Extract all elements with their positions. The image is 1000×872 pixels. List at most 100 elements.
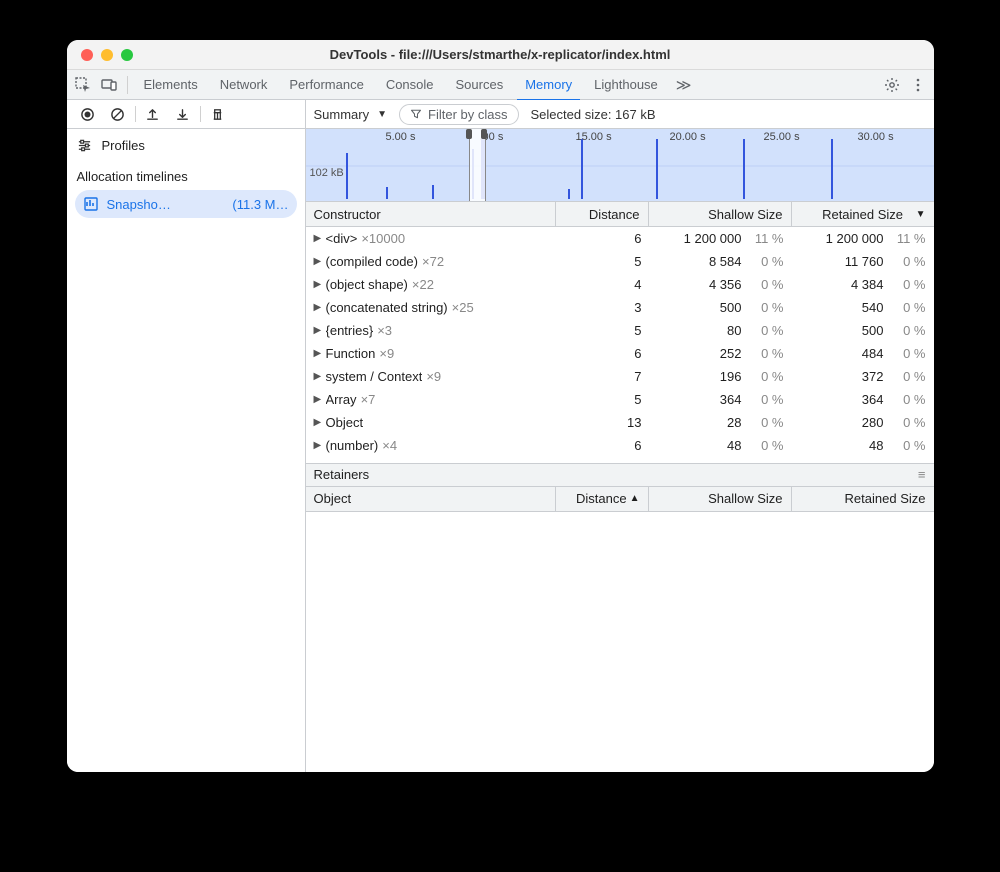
device-toolbar-icon[interactable]: [99, 77, 119, 93]
table-row[interactable]: ▶(compiled code) ×7258 5840 %11 7600 %: [306, 250, 934, 273]
selection-handle-right[interactable]: [481, 129, 487, 139]
row-retained: 280: [862, 415, 884, 430]
row-name: Function: [326, 346, 376, 361]
download-icon[interactable]: [170, 107, 196, 122]
memory-toolbar: Summary ▼ Filter by class Selected size:…: [306, 100, 934, 129]
row-distance: 5: [558, 392, 650, 407]
tab-console[interactable]: Console: [378, 70, 442, 99]
expand-triangle-icon[interactable]: ▶: [314, 279, 322, 290]
table-row[interactable]: ▶(object shape) ×2244 3560 %4 3840 %: [306, 273, 934, 296]
row-retained-pct: 0 %: [894, 277, 926, 292]
timeline-tick: 15.00 s: [576, 131, 612, 143]
record-icon[interactable]: [75, 107, 101, 122]
row-retained-pct: 0 %: [894, 254, 926, 269]
view-dropdown[interactable]: Summary ▼: [314, 107, 388, 122]
tab-lighthouse[interactable]: Lighthouse: [586, 70, 666, 99]
col-constructor[interactable]: Constructor: [306, 202, 556, 226]
right-pane: Summary ▼ Filter by class Selected size:…: [306, 100, 934, 772]
expand-triangle-icon[interactable]: ▶: [314, 394, 322, 405]
row-shallow: 364: [720, 392, 742, 407]
col-retained[interactable]: Retained Size ▼: [792, 202, 934, 226]
retainers-body[interactable]: [306, 512, 934, 773]
ret-col-shallow[interactable]: Shallow Size: [649, 487, 792, 511]
expand-triangle-icon[interactable]: ▶: [314, 417, 322, 428]
ret-col-retained[interactable]: Retained Size: [792, 487, 934, 511]
minimize-window-button[interactable]: [101, 49, 113, 61]
inspect-element-icon[interactable]: [73, 77, 93, 93]
table-row[interactable]: ▶(number) ×46480 %480 %: [306, 434, 934, 457]
retainers-header[interactable]: Retainers ≡: [306, 464, 934, 487]
tab-network[interactable]: Network: [212, 70, 276, 99]
selected-size-label: Selected size: 167 kB: [531, 107, 656, 122]
row-retained-pct: 0 %: [894, 323, 926, 338]
tab-performance[interactable]: Performance: [281, 70, 371, 99]
allocation-timeline-chart[interactable]: 102 kB 5.00 s.00 s15.00 s20.00 s25.00 s3…: [306, 129, 934, 202]
row-shallow-pct: 0 %: [752, 369, 784, 384]
row-retained: 484: [862, 346, 884, 361]
left-pane: Profiles Allocation timelines Snapsho… (…: [67, 100, 306, 772]
chevron-down-icon: ▼: [377, 109, 387, 120]
retainers-columns: Object Distance ▲ Shallow Size Retained …: [306, 487, 934, 512]
expand-triangle-icon[interactable]: ▶: [314, 256, 322, 267]
row-distance: 6: [558, 438, 650, 453]
snapshot-item[interactable]: Snapsho… (11.3 M…: [75, 190, 297, 218]
table-row[interactable]: ▶{entries} ×35800 %5000 %: [306, 319, 934, 342]
window-controls: [81, 49, 133, 61]
snapshot-name: Snapsho…: [107, 197, 171, 212]
row-name: PerformanceEventTiming: [326, 461, 472, 463]
garbage-collect-icon[interactable]: [205, 107, 231, 122]
row-retained-pct: 0 %: [894, 461, 926, 463]
row-retained-pct: 0 %: [894, 415, 926, 430]
row-name: (number): [326, 438, 379, 453]
close-window-button[interactable]: [81, 49, 93, 61]
row-shallow: 1 200 000: [684, 231, 742, 246]
row-retained: 540: [862, 300, 884, 315]
row-shallow-pct: 0 %: [752, 438, 784, 453]
upload-icon[interactable]: [140, 107, 166, 122]
view-dropdown-label: Summary: [314, 107, 370, 122]
expand-triangle-icon[interactable]: ▶: [314, 371, 322, 382]
row-mult: ×22: [412, 277, 434, 292]
table-header-row: Constructor Distance Shallow Size Retain…: [306, 202, 934, 227]
hamburger-icon[interactable]: ≡: [918, 467, 926, 482]
row-retained: 364: [862, 392, 884, 407]
expand-triangle-icon[interactable]: ▶: [314, 348, 322, 359]
row-distance: 5: [558, 323, 650, 338]
ret-col-distance[interactable]: Distance ▲: [556, 487, 649, 511]
row-shallow-pct: 0 %: [752, 323, 784, 338]
more-options-icon[interactable]: [908, 77, 928, 93]
profiles-label: Profiles: [102, 138, 145, 153]
more-tabs-icon[interactable]: ≫: [672, 76, 696, 94]
expand-triangle-icon[interactable]: ▶: [314, 302, 322, 313]
table-row[interactable]: ▶(concatenated string) ×2535000 %5400 %: [306, 296, 934, 319]
expand-triangle-icon[interactable]: ▶: [314, 325, 322, 336]
table-row[interactable]: ▶Function ×962520 %4840 %: [306, 342, 934, 365]
tab-elements[interactable]: Elements: [136, 70, 206, 99]
maximize-window-button[interactable]: [121, 49, 133, 61]
row-name: (compiled code): [326, 254, 419, 269]
expand-triangle-icon[interactable]: ▶: [314, 233, 322, 244]
filter-input[interactable]: Filter by class: [399, 104, 518, 125]
table-body[interactable]: ▶<div> ×1000061 200 00011 %1 200 00011 %…: [306, 227, 934, 463]
tab-memory[interactable]: Memory: [517, 70, 580, 101]
table-row[interactable]: ▶system / Context ×971960 %3720 %: [306, 365, 934, 388]
timeline-selection[interactable]: [469, 129, 486, 201]
table-row[interactable]: ▶<div> ×1000061 200 00011 %1 200 00011 %: [306, 227, 934, 250]
col-shallow[interactable]: Shallow Size: [649, 202, 792, 226]
settings-icon[interactable]: [882, 77, 902, 93]
row-shallow: 252: [720, 346, 742, 361]
profiles-heading[interactable]: Profiles: [67, 129, 305, 161]
table-row[interactable]: ▶PerformanceEventTiming ×37480 %480 %: [306, 457, 934, 463]
row-retained-pct: 0 %: [894, 300, 926, 315]
table-row[interactable]: ▶Object13280 %2800 %: [306, 411, 934, 434]
col-distance[interactable]: Distance: [556, 202, 649, 226]
main-tabs: Elements Network Performance Console Sou…: [67, 70, 934, 100]
selection-handle-left[interactable]: [466, 129, 472, 139]
ret-col-object[interactable]: Object: [306, 487, 556, 511]
tab-sources[interactable]: Sources: [448, 70, 512, 99]
row-shallow: 48: [727, 438, 741, 453]
expand-triangle-icon[interactable]: ▶: [314, 440, 322, 451]
clear-icon[interactable]: [105, 107, 131, 122]
snapshot-icon: [83, 196, 99, 212]
table-row[interactable]: ▶Array ×753640 %3640 %: [306, 388, 934, 411]
